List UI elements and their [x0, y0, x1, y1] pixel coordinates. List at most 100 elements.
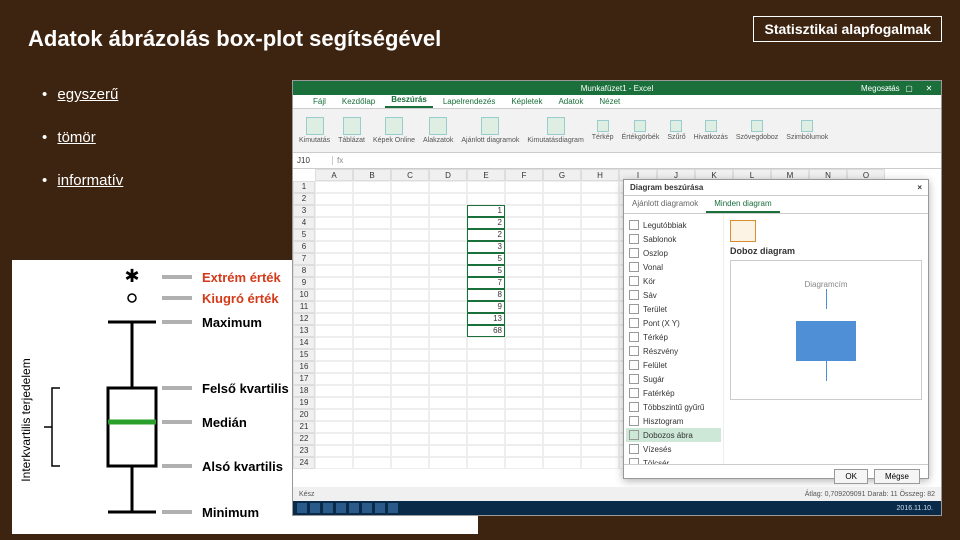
- col-header[interactable]: F: [505, 169, 543, 181]
- col-header[interactable]: D: [429, 169, 467, 181]
- cell[interactable]: [429, 289, 467, 301]
- cell[interactable]: [467, 409, 505, 421]
- cell[interactable]: [315, 313, 353, 325]
- cell[interactable]: [391, 181, 429, 193]
- cell[interactable]: [315, 217, 353, 229]
- cell[interactable]: [391, 193, 429, 205]
- cell[interactable]: [505, 385, 543, 397]
- row-header[interactable]: 2: [293, 193, 315, 205]
- ribbon-pictures[interactable]: Képek Online: [373, 117, 415, 144]
- maximize-icon[interactable]: ▢: [901, 84, 917, 93]
- cell[interactable]: [429, 217, 467, 229]
- cell[interactable]: [315, 361, 353, 373]
- tab-insert[interactable]: Beszúrás: [385, 93, 433, 108]
- chart-type-item[interactable]: Fatérkép: [626, 386, 721, 400]
- row-header[interactable]: 22: [293, 433, 315, 445]
- cell[interactable]: [391, 373, 429, 385]
- chart-type-item[interactable]: Oszlop: [626, 246, 721, 260]
- cell[interactable]: [353, 361, 391, 373]
- cell[interactable]: [467, 181, 505, 193]
- tab-home[interactable]: Kezdőlap: [336, 95, 381, 108]
- cell[interactable]: [391, 349, 429, 361]
- cell[interactable]: [353, 325, 391, 337]
- cell[interactable]: [429, 205, 467, 217]
- taskbar-app-icon[interactable]: [323, 503, 333, 513]
- cell[interactable]: [353, 217, 391, 229]
- cell[interactable]: 3: [467, 241, 505, 253]
- col-header[interactable]: B: [353, 169, 391, 181]
- cell[interactable]: [315, 325, 353, 337]
- row-header[interactable]: 6: [293, 241, 315, 253]
- cell[interactable]: [543, 325, 581, 337]
- tab-file[interactable]: Fájl: [307, 95, 332, 108]
- chart-type-item[interactable]: Vonal: [626, 260, 721, 274]
- dialog-tab-recommended[interactable]: Ajánlott diagramok: [624, 196, 706, 213]
- cell[interactable]: [429, 325, 467, 337]
- cell[interactable]: [505, 373, 543, 385]
- ribbon-pivotchart[interactable]: Kimutatásdiagram: [527, 117, 583, 144]
- cell[interactable]: [353, 181, 391, 193]
- cell[interactable]: [315, 253, 353, 265]
- cell[interactable]: [581, 229, 619, 241]
- row-header[interactable]: 12: [293, 313, 315, 325]
- cell[interactable]: [543, 313, 581, 325]
- cell[interactable]: [391, 205, 429, 217]
- cell[interactable]: [581, 373, 619, 385]
- chart-type-item[interactable]: Hisztogram: [626, 414, 721, 428]
- cell[interactable]: [315, 385, 353, 397]
- taskbar-app-icon[interactable]: [362, 503, 372, 513]
- cell[interactable]: [353, 409, 391, 421]
- taskbar-start-icon[interactable]: [297, 503, 307, 513]
- cell[interactable]: [315, 373, 353, 385]
- cell[interactable]: [353, 421, 391, 433]
- cell[interactable]: [315, 301, 353, 313]
- cell[interactable]: [467, 445, 505, 457]
- col-header[interactable]: A: [315, 169, 353, 181]
- cell[interactable]: [391, 397, 429, 409]
- chart-type-item[interactable]: Dobozos ábra: [626, 428, 721, 442]
- ribbon-reccharts[interactable]: Ajánlott diagramok: [461, 117, 519, 144]
- cell[interactable]: [391, 385, 429, 397]
- cell[interactable]: [505, 361, 543, 373]
- cell[interactable]: [543, 277, 581, 289]
- row-header[interactable]: 23: [293, 445, 315, 457]
- dialog-tab-all[interactable]: Minden diagram: [706, 196, 779, 213]
- cell[interactable]: [505, 337, 543, 349]
- ribbon-table[interactable]: Táblázat: [338, 117, 365, 144]
- cell[interactable]: [543, 289, 581, 301]
- taskbar-app-icon[interactable]: [388, 503, 398, 513]
- ribbon-map[interactable]: Térkép: [592, 120, 614, 141]
- cell[interactable]: [429, 241, 467, 253]
- cell[interactable]: [315, 277, 353, 289]
- cell[interactable]: 5: [467, 253, 505, 265]
- cell[interactable]: [505, 229, 543, 241]
- name-box[interactable]: J10: [293, 156, 333, 165]
- taskbar-app-icon[interactable]: [310, 503, 320, 513]
- cell[interactable]: [315, 265, 353, 277]
- close-icon[interactable]: ✕: [921, 84, 937, 93]
- cell[interactable]: [391, 445, 429, 457]
- chart-type-item[interactable]: Térkép: [626, 330, 721, 344]
- cell[interactable]: [505, 325, 543, 337]
- cell[interactable]: [315, 205, 353, 217]
- chart-type-item[interactable]: Részvény: [626, 344, 721, 358]
- cell[interactable]: [315, 289, 353, 301]
- tab-view[interactable]: Nézet: [593, 95, 626, 108]
- taskbar-app-icon[interactable]: [336, 503, 346, 513]
- cell[interactable]: [581, 325, 619, 337]
- cell[interactable]: [543, 229, 581, 241]
- cell[interactable]: [543, 421, 581, 433]
- ribbon-symbol[interactable]: Szimbólumok: [786, 120, 828, 141]
- cell[interactable]: [429, 373, 467, 385]
- chart-type-item[interactable]: Többszintű gyűrű: [626, 400, 721, 414]
- row-header[interactable]: 8: [293, 265, 315, 277]
- col-header[interactable]: G: [543, 169, 581, 181]
- cell[interactable]: [429, 265, 467, 277]
- cell[interactable]: [429, 181, 467, 193]
- ribbon-text[interactable]: Szövegdoboz: [736, 120, 778, 141]
- cell[interactable]: [391, 457, 429, 469]
- tab-layout[interactable]: Lapelrendezés: [437, 95, 501, 108]
- cell[interactable]: [353, 349, 391, 361]
- cell[interactable]: [543, 241, 581, 253]
- row-header[interactable]: 16: [293, 361, 315, 373]
